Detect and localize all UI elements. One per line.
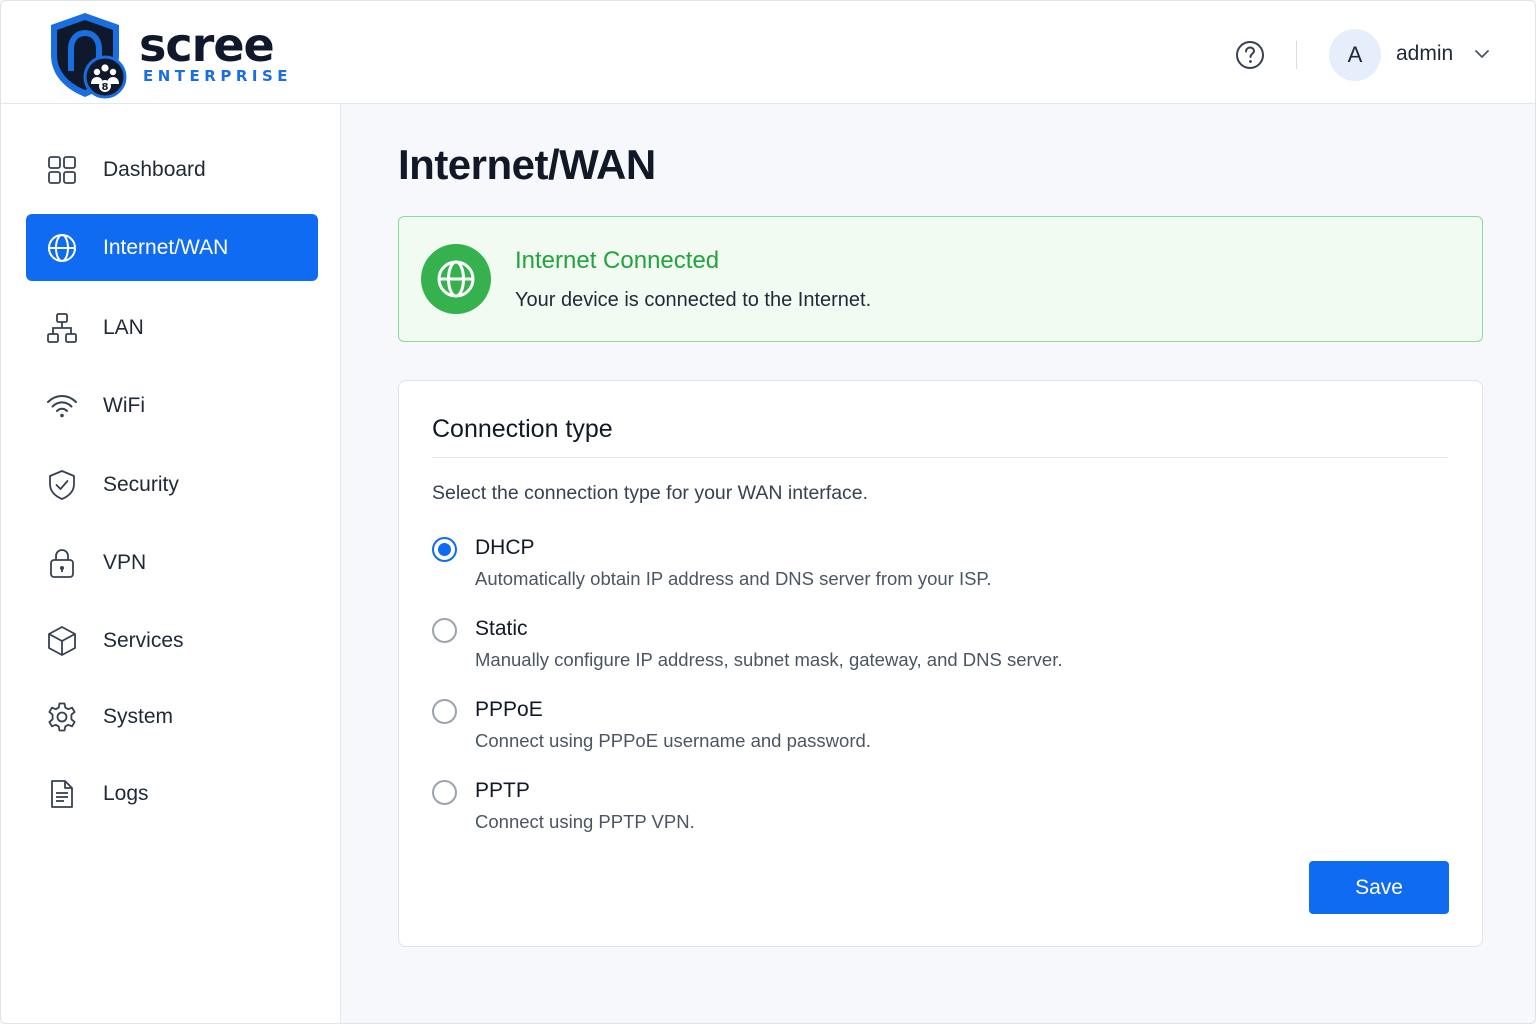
option-label: PPPoE xyxy=(475,698,543,721)
option-description: Automatically obtain IP address and DNS … xyxy=(475,568,992,589)
option-label: DHCP xyxy=(475,536,535,559)
option-description: Connect using PPTP VPN. xyxy=(475,811,695,832)
globe-icon xyxy=(48,233,76,262)
sidebar-item-label: Internet/WAN xyxy=(103,235,229,259)
radio-button[interactable] xyxy=(432,780,457,805)
sidebar-item-label: WiFi xyxy=(103,393,145,417)
sidebar-item-logs[interactable]: Logs xyxy=(26,760,318,827)
sidebar: Dashboard Internet/WAN LAN WiFi Security… xyxy=(1,104,341,1023)
radio-button[interactable] xyxy=(432,699,457,724)
status-text: Your device is connected to the Internet… xyxy=(515,289,872,311)
sidebar-item-wifi[interactable]: WiFi xyxy=(26,372,318,439)
option-description: Connect using PPPoE username and passwor… xyxy=(475,730,871,751)
lock-icon xyxy=(50,548,74,578)
badge-number: 8 xyxy=(102,82,109,93)
sidebar-item-vpn[interactable]: VPN xyxy=(26,529,318,596)
document-icon xyxy=(51,779,73,808)
brand-subtitle: ENTERPRISE xyxy=(143,67,293,85)
connection-option-static[interactable]: Static Manually configure IP address, su… xyxy=(432,616,1332,680)
option-description: Manually configure IP address, subnet ma… xyxy=(475,649,1063,670)
wifi-icon xyxy=(47,394,77,417)
connection-option-dhcp[interactable]: DHCP Automatically obtain IP address and… xyxy=(432,535,1332,599)
user-name[interactable]: admin xyxy=(1396,42,1453,66)
gear-icon xyxy=(48,702,76,731)
connection-option-pptp[interactable]: PPTP Connect using PPTP VPN. xyxy=(432,778,1332,842)
section-description: Select the connection type for your WAN … xyxy=(432,482,869,504)
sidebar-item-label: Services xyxy=(103,628,184,652)
radio-button[interactable] xyxy=(432,537,457,562)
chevron-down-icon[interactable] xyxy=(1473,47,1491,61)
option-label: PPTP xyxy=(475,779,530,802)
sidebar-item-label: Logs xyxy=(103,781,149,805)
sidebar-item-dashboard[interactable]: Dashboard xyxy=(26,136,318,203)
shield-logo-icon: 8 xyxy=(51,13,127,99)
sidebar-item-label: System xyxy=(103,704,174,728)
connection-type-card: Connection type Select the connection ty… xyxy=(398,380,1483,947)
section-title: Connection type xyxy=(432,415,613,443)
grid-icon xyxy=(48,155,76,184)
question-circle-icon[interactable] xyxy=(1234,39,1266,71)
sidebar-item-lan[interactable]: LAN xyxy=(26,294,318,361)
status-title: Internet Connected xyxy=(515,247,720,274)
sidebar-item-internet-wan[interactable]: Internet/WAN xyxy=(26,214,318,281)
sidebar-item-system[interactable]: System xyxy=(26,683,318,750)
connection-option-pppoe[interactable]: PPPoE Connect using PPPoE username and p… xyxy=(432,697,1332,761)
cube-icon xyxy=(48,625,76,656)
top-header: 8 scree ENTERPRISE A admin xyxy=(1,1,1535,104)
option-label: Static xyxy=(475,617,528,640)
app-window: 8 scree ENTERPRISE A admin Dashboard Int… xyxy=(0,0,1536,1024)
header-divider xyxy=(1296,41,1297,69)
shield-check-icon xyxy=(49,469,75,500)
save-button[interactable]: Save xyxy=(1309,861,1449,914)
sidebar-item-label: Security xyxy=(103,472,179,496)
page-title: Internet/WAN xyxy=(398,141,656,188)
sidebar-item-security[interactable]: Security xyxy=(26,451,318,518)
sidebar-item-label: VPN xyxy=(103,550,147,574)
avatar[interactable]: A xyxy=(1329,29,1381,81)
brand-logo[interactable]: 8 scree ENTERPRISE xyxy=(45,11,295,101)
network-icon xyxy=(47,312,77,343)
globe-icon xyxy=(421,244,491,314)
radio-button[interactable] xyxy=(432,618,457,643)
section-divider xyxy=(432,457,1448,458)
brand-name: scree xyxy=(139,18,275,72)
sidebar-item-label: LAN xyxy=(103,315,144,339)
internet-status-card: Internet Connected Your device is connec… xyxy=(398,216,1483,342)
sidebar-item-label: Dashboard xyxy=(103,157,206,181)
sidebar-item-services[interactable]: Services xyxy=(26,607,318,674)
